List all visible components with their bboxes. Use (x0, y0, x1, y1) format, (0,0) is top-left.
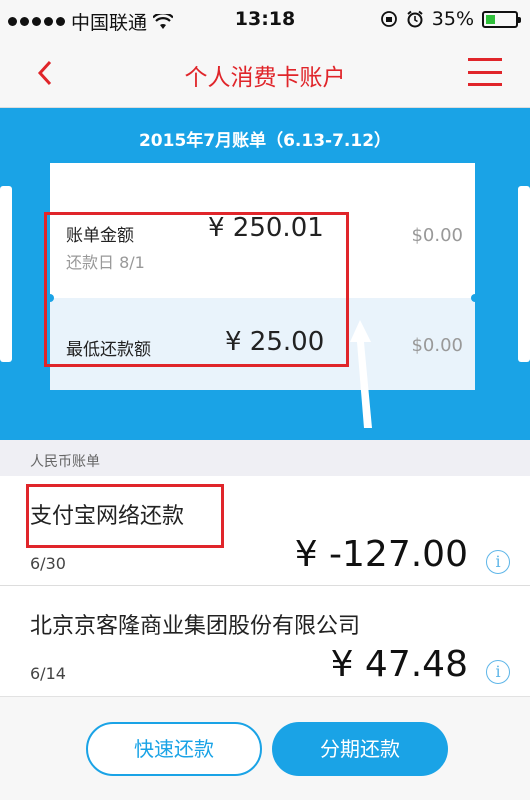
transaction-amount: ¥ -127.00 (294, 534, 468, 575)
minimum-payment-label: 最低还款额 (66, 340, 151, 360)
transaction-date: 6/14 (30, 664, 66, 683)
usd-bill-amount: $0.00 (411, 225, 463, 246)
transaction-amount: ¥ 47.48 (330, 644, 468, 685)
installment-repay-button[interactable]: 分期还款 (272, 722, 448, 776)
nav-bar: 个人消费卡账户 (0, 38, 530, 108)
rotation-lock-icon (380, 11, 397, 27)
bill-period-title: 2015年7月账单（6.13-7.12） (138, 131, 392, 151)
current-bill-card[interactable]: 账单金额 ¥ 250.01 还款日 8/1 最低还款额 ¥ 25.00 $0.0… (46, 163, 479, 390)
section-header: 人民币账单 (0, 440, 530, 476)
next-bill-card[interactable] (518, 186, 530, 362)
alarm-icon (407, 10, 423, 28)
battery-percent: 35% (431, 8, 474, 30)
due-date-label: 还款日 8/1 (66, 253, 145, 272)
arrow-annotation-icon (350, 320, 372, 428)
minimum-payment-value: ¥ 25.00 (225, 327, 325, 357)
bottom-action-bar: 快速还款 分期还款 (0, 696, 530, 800)
usd-minimum-payment: $0.00 (411, 335, 463, 356)
bill-amount-label: 账单金额 (66, 226, 134, 246)
transaction-name: 支付宝网络还款 (30, 504, 185, 529)
info-icon[interactable]: i (486, 550, 510, 574)
bill-amount-value: ¥ 250.01 (208, 213, 324, 243)
info-icon[interactable]: i (486, 660, 510, 684)
bill-summary: 2015年7月账单（6.13-7.12） 账单金额 ¥ 250.01 还款日 8… (0, 108, 530, 440)
hamburger-icon (468, 58, 502, 61)
previous-bill-card[interactable] (0, 186, 12, 362)
transaction-row[interactable]: 支付宝网络还款 6/30 ¥ -127.00 i (0, 476, 530, 586)
page-title: 个人消费卡账户 (184, 65, 346, 91)
transaction-date: 6/30 (30, 554, 66, 573)
status-bar: 中国联通 13:18 35% (0, 0, 530, 38)
menu-button[interactable] (468, 58, 502, 86)
quick-repay-button[interactable]: 快速还款 (86, 722, 262, 776)
battery-icon (482, 10, 521, 28)
status-right: 35% (380, 8, 521, 30)
transaction-name: 北京京客隆商业集团股份有限公司 (30, 614, 361, 639)
transaction-row[interactable]: 北京京客隆商业集团股份有限公司 6/14 ¥ 47.48 i (0, 586, 530, 696)
